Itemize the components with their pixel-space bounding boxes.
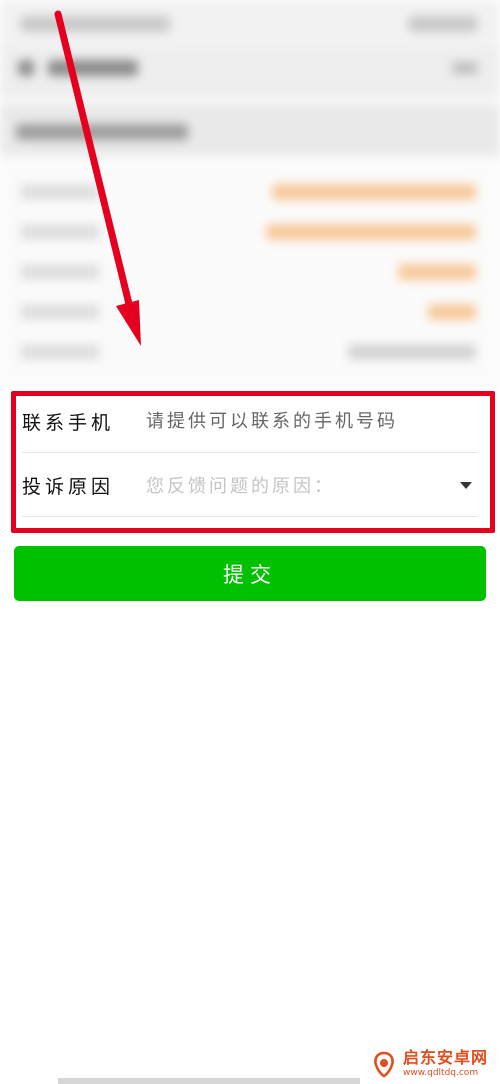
blurred-row-label	[20, 304, 100, 320]
phone-row: 联系手机	[22, 390, 478, 453]
watermark-logo-icon	[374, 1051, 394, 1078]
blurred-status-text	[20, 16, 170, 32]
blurred-row-value	[272, 184, 476, 200]
blurred-row-value	[266, 224, 476, 240]
phone-label: 联系手机	[22, 411, 115, 434]
blurred-row-label	[20, 264, 100, 280]
blurred-nav-title	[48, 60, 138, 76]
watermark-title: 启东安卓网	[403, 1048, 489, 1067]
blurred-row-value	[398, 264, 476, 280]
blurred-back-icon	[18, 60, 34, 76]
reason-label: 投诉原因	[22, 475, 115, 498]
complaint-form: 联系手机 投诉原因 您反馈问题的原因：	[0, 388, 500, 520]
blurred-status-icons	[408, 16, 478, 32]
caret-down-icon[interactable]	[460, 481, 472, 489]
blurred-content	[0, 0, 500, 390]
reason-row[interactable]: 投诉原因 您反馈问题的原因：	[22, 454, 478, 517]
reason-select[interactable]: 您反馈问题的原因：	[146, 472, 460, 498]
blurred-row-label	[20, 224, 100, 240]
bottom-strip	[58, 1078, 360, 1084]
blurred-row-label	[20, 344, 100, 360]
phone-input[interactable]	[146, 401, 478, 441]
blurred-section-title	[16, 124, 188, 140]
blurred-menu-icon	[452, 62, 478, 74]
watermark-url: www.qdltdq.com	[403, 1068, 479, 1078]
blurred-row-value	[428, 304, 476, 320]
watermark: 启东安卓网 www.qdltdq.com	[370, 1046, 500, 1082]
blurred-row-label	[20, 184, 100, 200]
blurred-row-value	[348, 344, 476, 360]
submit-button[interactable]: 提交	[14, 546, 486, 601]
